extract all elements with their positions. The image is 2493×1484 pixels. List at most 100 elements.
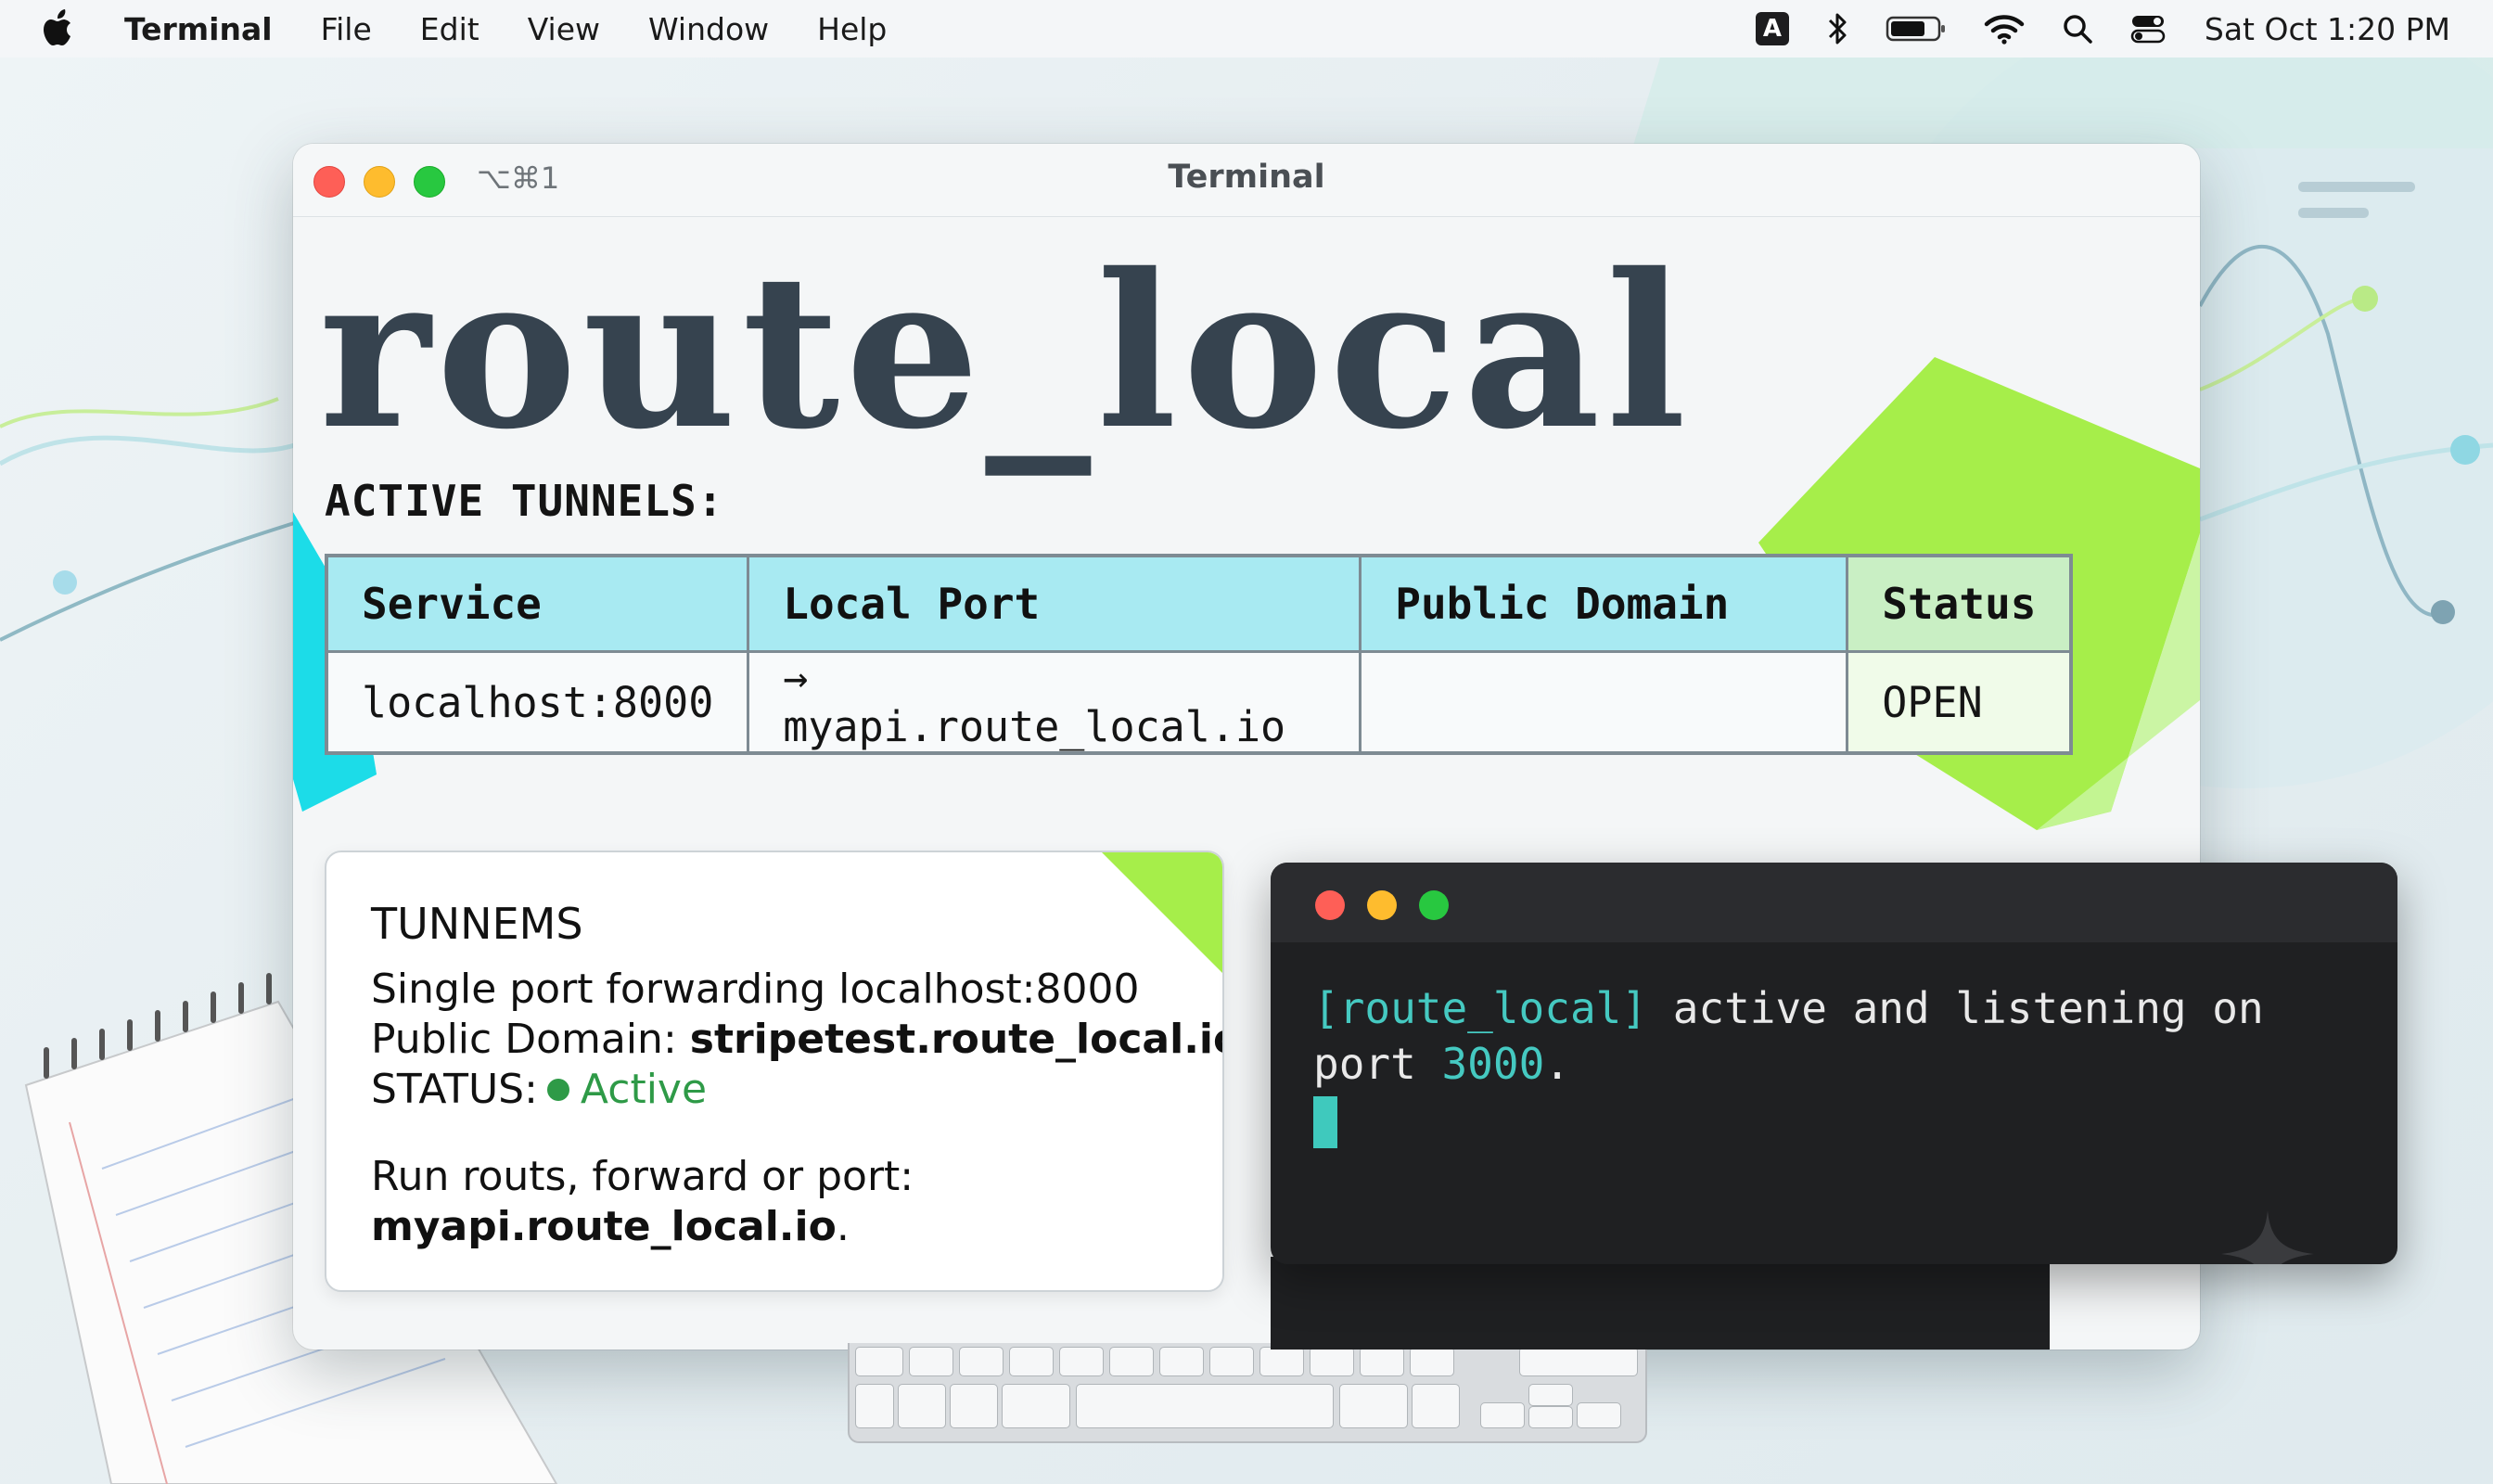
table-header-row: Service Local Port Public Domain Status: [325, 554, 2073, 653]
keyboard-key: [1410, 1347, 1454, 1376]
wallpaper-band: [1632, 58, 2493, 148]
terminal-line-2-suffix: .: [1544, 1039, 1570, 1089]
public-domain-label: Public Domain:: [371, 1016, 690, 1063]
cell-status: OPEN: [1846, 650, 2073, 755]
wallpaper-curve: [0, 433, 317, 467]
keyboard-key: [1209, 1347, 1254, 1376]
control-center-glyph: [2130, 16, 2166, 44]
keyboard-key: [950, 1384, 998, 1428]
dark-zoom-button[interactable]: [1419, 890, 1449, 920]
card-public-domain-line: Public Domain: stripetest.route_local.io: [371, 1016, 1222, 1063]
wallpaper-curve: [0, 397, 279, 429]
table-row[interactable]: localhost:8000 → myapi.route_local.io OP…: [325, 650, 2073, 755]
menu-help[interactable]: Help: [817, 11, 887, 47]
cell-local-port: → myapi.route_local.io: [747, 650, 1362, 755]
public-domain-value[interactable]: stripetest.route_local.io: [690, 1016, 1222, 1063]
terminal-line-2-prefix: port: [1313, 1039, 1442, 1089]
route-domain-suffix: .: [836, 1203, 850, 1250]
keyboard-key: [1259, 1347, 1304, 1376]
wallpaper-curve: [0, 518, 307, 642]
cell-public-domain: [1359, 650, 1849, 755]
keyboard-key: [1412, 1384, 1460, 1428]
menu-bar: Terminal File Edit View Window Help A Sa…: [0, 0, 2493, 58]
dark-terminal-titlebar[interactable]: [1271, 863, 2397, 942]
card-forwarding-line: Single port forwarding localhost:8000: [371, 966, 1140, 1013]
wallpaper-node: [53, 570, 77, 595]
terminal-output-line-1: [route_local] active and listening on: [1313, 983, 2264, 1033]
card-corner-accent: [1102, 852, 1222, 973]
keyboard-key: [1577, 1402, 1621, 1428]
terminal-port-number: 3000: [1441, 1039, 1545, 1089]
menu-bar-clock[interactable]: Sat Oct 1:20 PM: [2205, 11, 2450, 47]
keyboard-spacebar: [1076, 1384, 1334, 1428]
wallpaper-node: [2431, 600, 2455, 624]
menu-bar-status: A Sat Oct 1:20 PM: [1719, 0, 2450, 58]
apple-icon[interactable]: [41, 8, 78, 49]
menu-file[interactable]: File: [321, 11, 372, 47]
keyboard-key: [1059, 1347, 1104, 1376]
cell-service: localhost:8000: [325, 650, 750, 755]
terminal-cursor[interactable]: [1313, 1096, 1337, 1148]
battery-icon[interactable]: [1886, 15, 1947, 43]
dark-terminal-backdrop: [1271, 1257, 2050, 1350]
terminal-line-1-text: active and listening on: [1647, 983, 2264, 1033]
keyboard-key: [1339, 1384, 1408, 1428]
wallpaper-bar: [2298, 208, 2369, 218]
column-header-public-domain: Public Domain: [1359, 554, 1849, 653]
wallpaper-bar: [2298, 182, 2415, 192]
card-status-line: STATUS: Active: [371, 1066, 707, 1113]
keyboard-key: [909, 1347, 953, 1376]
tunnels-table: Service Local Port Public Domain Status …: [325, 554, 2074, 755]
keyboard-key: [1009, 1347, 1054, 1376]
keyboard-key: [1310, 1347, 1354, 1376]
column-header-local-port: Local Port: [747, 554, 1362, 653]
tunnel-info-card: TUNNEMS Single port forwarding localhost…: [325, 851, 1224, 1292]
window-titlebar[interactable]: ⌥⌘1 Terminal: [293, 144, 2200, 217]
active-tunnels-heading: ACTIVE TUNNELS:: [325, 476, 724, 526]
battery-glyph: [1886, 16, 1945, 42]
card-title: TUNNEMS: [371, 899, 583, 949]
menu-view[interactable]: View: [528, 11, 600, 47]
sparkle-icon: [2221, 1210, 2314, 1264]
keyboard-key: [1528, 1384, 1573, 1406]
wifi-glyph: [1984, 15, 2025, 45]
dark-close-button[interactable]: [1315, 890, 1345, 920]
search-glyph: [2064, 15, 2092, 44]
keyboard-key: [959, 1347, 1004, 1376]
keyboard-key: [855, 1384, 894, 1428]
status-dot-icon: [546, 1079, 569, 1101]
menu-app-name[interactable]: Terminal: [124, 11, 273, 47]
card-route-domain-line: myapi.route_local.io.: [371, 1203, 850, 1250]
keyboard-key: [855, 1347, 903, 1376]
keyboard-key: [1002, 1384, 1070, 1428]
keyboard-key: [1519, 1347, 1638, 1376]
wallpaper-node: [2352, 286, 2378, 312]
status-value: Active: [580, 1066, 708, 1113]
keyboard-key: [898, 1384, 946, 1428]
window-title: Terminal: [1168, 159, 1325, 196]
spotlight-search-icon[interactable]: [2062, 13, 2093, 45]
menu-edit[interactable]: Edit: [420, 11, 479, 47]
column-header-service: Service: [325, 554, 750, 653]
menu-window[interactable]: Window: [648, 11, 769, 47]
card-run-routes-line: Run routs, forward or port:: [371, 1153, 914, 1200]
keyboard-key: [1109, 1347, 1154, 1376]
control-center-icon[interactable]: [2130, 13, 2166, 45]
wallpaper-node: [2450, 435, 2480, 465]
bluetooth-icon[interactable]: [1826, 11, 1848, 46]
route-domain-value[interactable]: myapi.route_local.io: [371, 1203, 837, 1250]
status-label: STATUS:: [371, 1066, 538, 1113]
keyboard-key: [1528, 1406, 1573, 1428]
dark-terminal-window: [route_local] active and listening on po…: [1271, 863, 2397, 1264]
bluetooth-glyph: [1828, 13, 1847, 45]
keyboard-key: [1360, 1347, 1404, 1376]
terminal-output-line-2: port 3000.: [1313, 1039, 1570, 1089]
keyboard-illustration: [848, 1343, 1647, 1443]
wifi-icon[interactable]: [1984, 13, 2025, 45]
input-source-icon[interactable]: A: [1755, 12, 1789, 45]
terminal-prompt-tag: [route_local]: [1313, 983, 1648, 1033]
keyboard-key: [1159, 1347, 1204, 1376]
dark-minimize-button[interactable]: [1367, 890, 1397, 920]
keyboard-key: [1480, 1402, 1525, 1428]
column-header-status: Status: [1846, 554, 2073, 653]
